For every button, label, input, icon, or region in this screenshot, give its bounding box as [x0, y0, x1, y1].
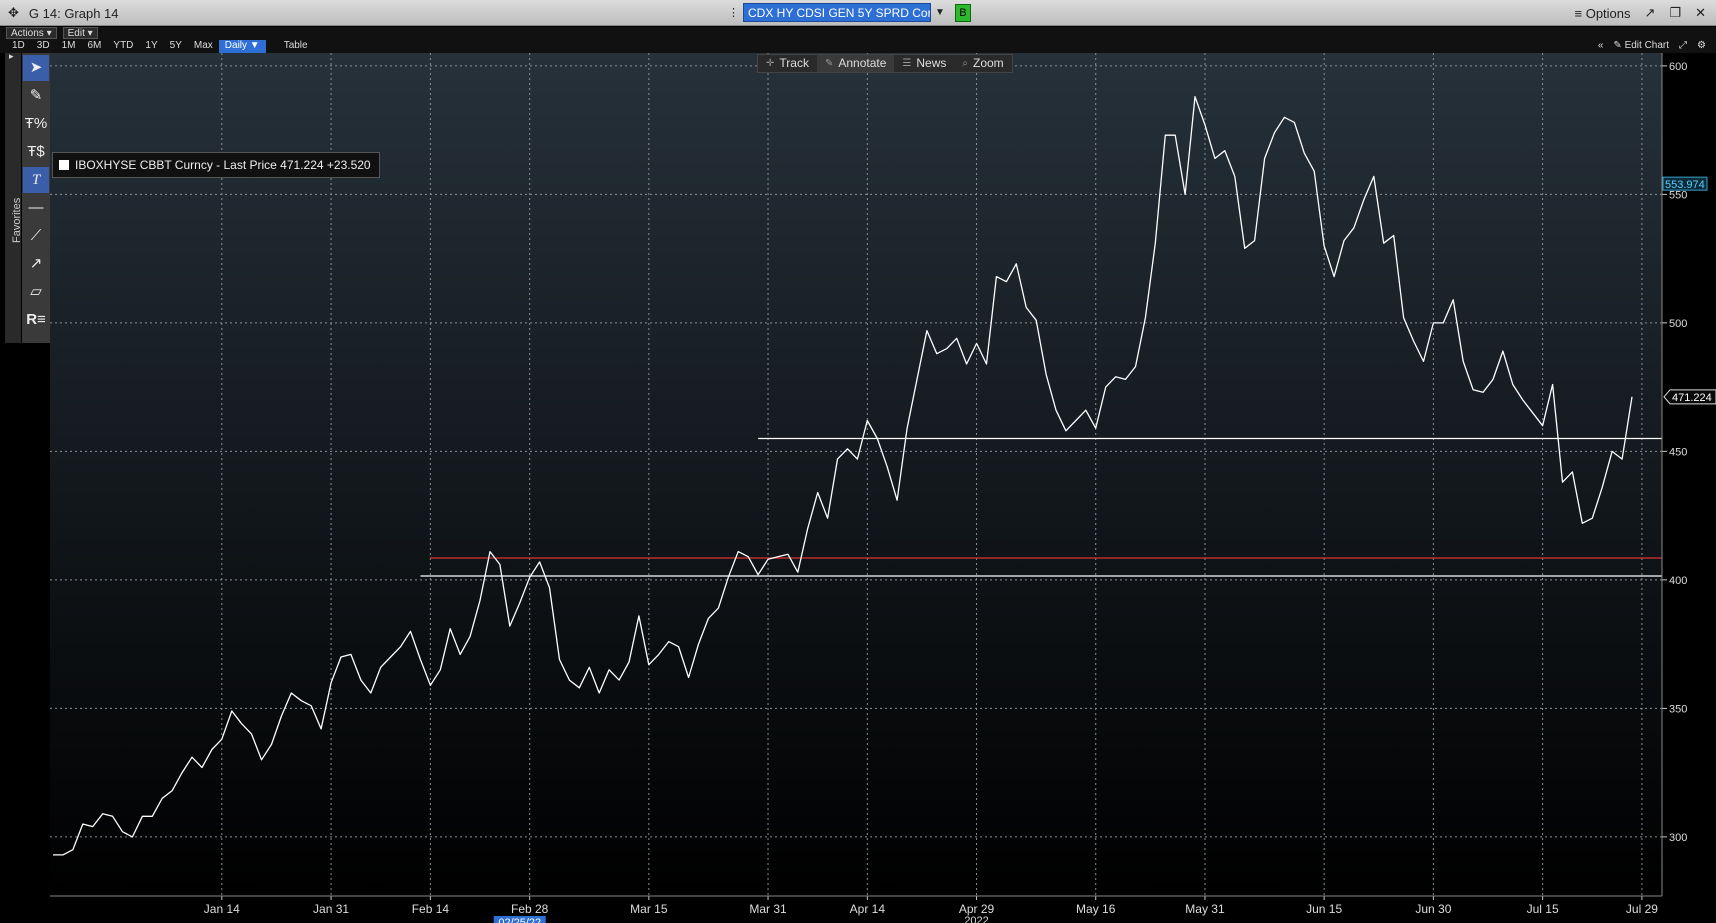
edit-menu[interactable]: Edit ▾ — [62, 27, 98, 39]
chart-mode-bar: ✛ Track ✎ Annotate ☰ News ⌕ Zoom — [757, 54, 1013, 73]
y-tick-label: 600 — [1669, 61, 1687, 73]
drawing-tools: ➤ ✎ Ŧ% Ŧ$ T — ⟋ ↗ ▱ R≡ — [22, 53, 50, 343]
range-1m[interactable]: 1M — [56, 40, 82, 53]
y-tick-label: 450 — [1669, 446, 1687, 458]
zoom-label: Zoom — [972, 56, 1004, 70]
table-button[interactable]: Table — [278, 40, 314, 53]
range-3d[interactable]: 3D — [31, 40, 56, 53]
x-tick-label: Apr 14 — [850, 902, 886, 916]
channel-icon[interactable]: ▱ — [23, 279, 49, 305]
x-tick-label: Mar 31 — [749, 902, 787, 916]
annotate-label: Annotate — [838, 56, 887, 70]
move-icon[interactable]: ✥ — [8, 5, 19, 21]
crosshair-icon: ✛ — [766, 58, 775, 69]
security-input[interactable]: CDX HY CDSI GEN 5Y SPRD Corp — [743, 3, 931, 22]
legend[interactable]: IBOXHYSE CBBT Curncy - Last Price 471.22… — [52, 152, 380, 178]
x-tick-label: Jun 15 — [1306, 902, 1342, 916]
magnifier-icon: ⌕ — [962, 58, 968, 69]
x-tick-label: May 16 — [1076, 902, 1116, 916]
y-tick-label: 500 — [1669, 318, 1687, 330]
edit-chart-label: Edit Chart — [1624, 40, 1670, 51]
drag-handle-icon[interactable]: ⋮ — [728, 6, 739, 19]
pencil-icon: ✎ — [824, 58, 834, 69]
restore-icon[interactable]: ❐ — [1669, 5, 1681, 21]
range-buttons: 1D 3D 1M 6M YTD 1Y 5Y Max Daily ▼ Table — [6, 40, 314, 53]
news-button[interactable]: ☰ News — [894, 55, 954, 72]
resize-icon[interactable]: ⤢ — [1679, 40, 1687, 51]
expand-arrow-icon[interactable]: ▸ — [9, 51, 14, 62]
options-button[interactable]: ≡ Options — [1575, 6, 1631, 21]
news-icon: ☰ — [902, 58, 912, 69]
ray-line-icon[interactable]: ↗ — [23, 251, 49, 277]
x-tick-label: May 31 — [1185, 902, 1225, 916]
crosshair-date-label: 02/25/22 — [498, 917, 541, 923]
track-button[interactable]: ✛ Track — [758, 55, 817, 72]
y-tick-label: 300 — [1669, 832, 1687, 844]
dropdown-arrow-icon[interactable]: ▼ — [935, 7, 945, 18]
popout-icon[interactable]: ↗ — [1645, 5, 1656, 21]
range-1y[interactable]: 1Y — [139, 40, 163, 53]
x-tick-label: Feb 14 — [412, 902, 450, 916]
window-title: G 14: Graph 14 — [28, 5, 119, 21]
legend-text: IBOXHYSE CBBT Curncy - Last Price 471.22… — [75, 158, 371, 172]
annotate-button[interactable]: ✎ Annotate — [816, 55, 895, 72]
y-axis: 300 350 400 450 500 550 600 553.974 471.224 — [1661, 53, 1716, 896]
title-left: ✥ G 14: Graph 14 — [8, 5, 119, 21]
x-tick-label: Jan 14 — [204, 902, 240, 916]
title-bar: ✥ G 14: Graph 14 ⋮ CDX HY CDSI GEN 5Y SP… — [0, 0, 1716, 26]
regression-icon[interactable]: R≡ — [23, 307, 49, 333]
x-tick-label: Jul 15 — [1527, 902, 1559, 916]
y-tick-label: 350 — [1669, 703, 1687, 715]
select-arrow-icon[interactable]: ➤ — [23, 55, 49, 81]
favorites-strip[interactable]: ▸ Favorites — [5, 51, 23, 343]
track-label: Track — [779, 56, 809, 70]
actions-label: Actions — [11, 28, 44, 39]
y-tick-label: 550 — [1669, 189, 1687, 201]
percent-tool-icon[interactable]: Ŧ% — [23, 111, 49, 137]
range-5y[interactable]: 5Y — [164, 40, 188, 53]
pen-icon[interactable]: ✎ — [23, 83, 49, 109]
actions-menu[interactable]: Actions ▾ — [6, 27, 57, 39]
x-tick-label: Feb 28 — [511, 902, 549, 916]
security-text: CDX HY CDSI GEN 5Y SPRD Corp — [748, 6, 931, 20]
plot-background — [50, 53, 1662, 896]
trend-line-icon[interactable]: ⟋ — [23, 223, 49, 249]
x-tick-label: Jul 29 — [1626, 902, 1658, 916]
dollar-tool-icon[interactable]: Ŧ$ — [23, 139, 49, 165]
gear-icon[interactable]: ⚙ — [1697, 40, 1706, 51]
b-button[interactable]: B — [954, 3, 971, 22]
security-selector: ⋮ CDX HY CDSI GEN 5Y SPRD Corp ▼ B — [728, 3, 971, 22]
range-ytd[interactable]: YTD — [107, 40, 139, 53]
hamburger-icon: ≡ — [1574, 5, 1583, 21]
range-max[interactable]: Max — [188, 40, 219, 53]
collapse-icon[interactable]: « — [1598, 40, 1604, 51]
x-tick-label: Jun 30 — [1415, 902, 1451, 916]
zoom-button[interactable]: ⌕ Zoom — [954, 55, 1011, 72]
edit-label: Edit — [67, 28, 85, 39]
close-icon[interactable]: ✕ — [1695, 5, 1706, 21]
x-axis: Jan 14 Jan 31 Feb 14 Feb 28 Mar 15 Mar 31 Apr … — [50, 895, 1662, 923]
last-price-label: 471.224 — [1672, 392, 1712, 404]
price-chart[interactable]: 300 350 400 450 500 550 600 553.974 471.224 Jan … — [50, 53, 1716, 923]
marker-value-label: 553.974 — [1665, 179, 1705, 191]
edit-chart-button[interactable]: ✎ Edit Chart — [1613, 40, 1669, 51]
text-tool-icon[interactable]: T — [23, 167, 49, 193]
title-right: ≡ Options ↗ ❐ ✕ — [1575, 5, 1707, 21]
news-label: News — [916, 56, 947, 70]
options-label: Options — [1585, 5, 1631, 21]
x-tick-label: Apr 29 — [959, 902, 995, 916]
frequency-dropdown[interactable]: Daily ▼ — [218, 40, 266, 53]
year-label: 2022 — [964, 915, 988, 923]
tool-palette: ▸ Favorites ➤ ✎ Ŧ% Ŧ$ T — ⟋ ↗ ▱ R≡ — [0, 51, 50, 343]
y-tick-label: 400 — [1669, 575, 1687, 587]
x-tick-label: Mar 15 — [630, 902, 668, 916]
chart-area[interactable]: 300 350 400 450 500 550 600 553.974 471.224 Jan … — [50, 53, 1716, 923]
range-6m[interactable]: 6M — [82, 40, 108, 53]
legend-swatch — [59, 160, 69, 170]
horizontal-line-icon[interactable]: — — [23, 195, 49, 221]
chart-toolbar: Actions ▾ Edit ▾ 1D 3D 1M 6M YTD 1Y 5Y Max Daily… — [0, 27, 1716, 53]
x-tick-label: Jan 31 — [313, 902, 349, 916]
